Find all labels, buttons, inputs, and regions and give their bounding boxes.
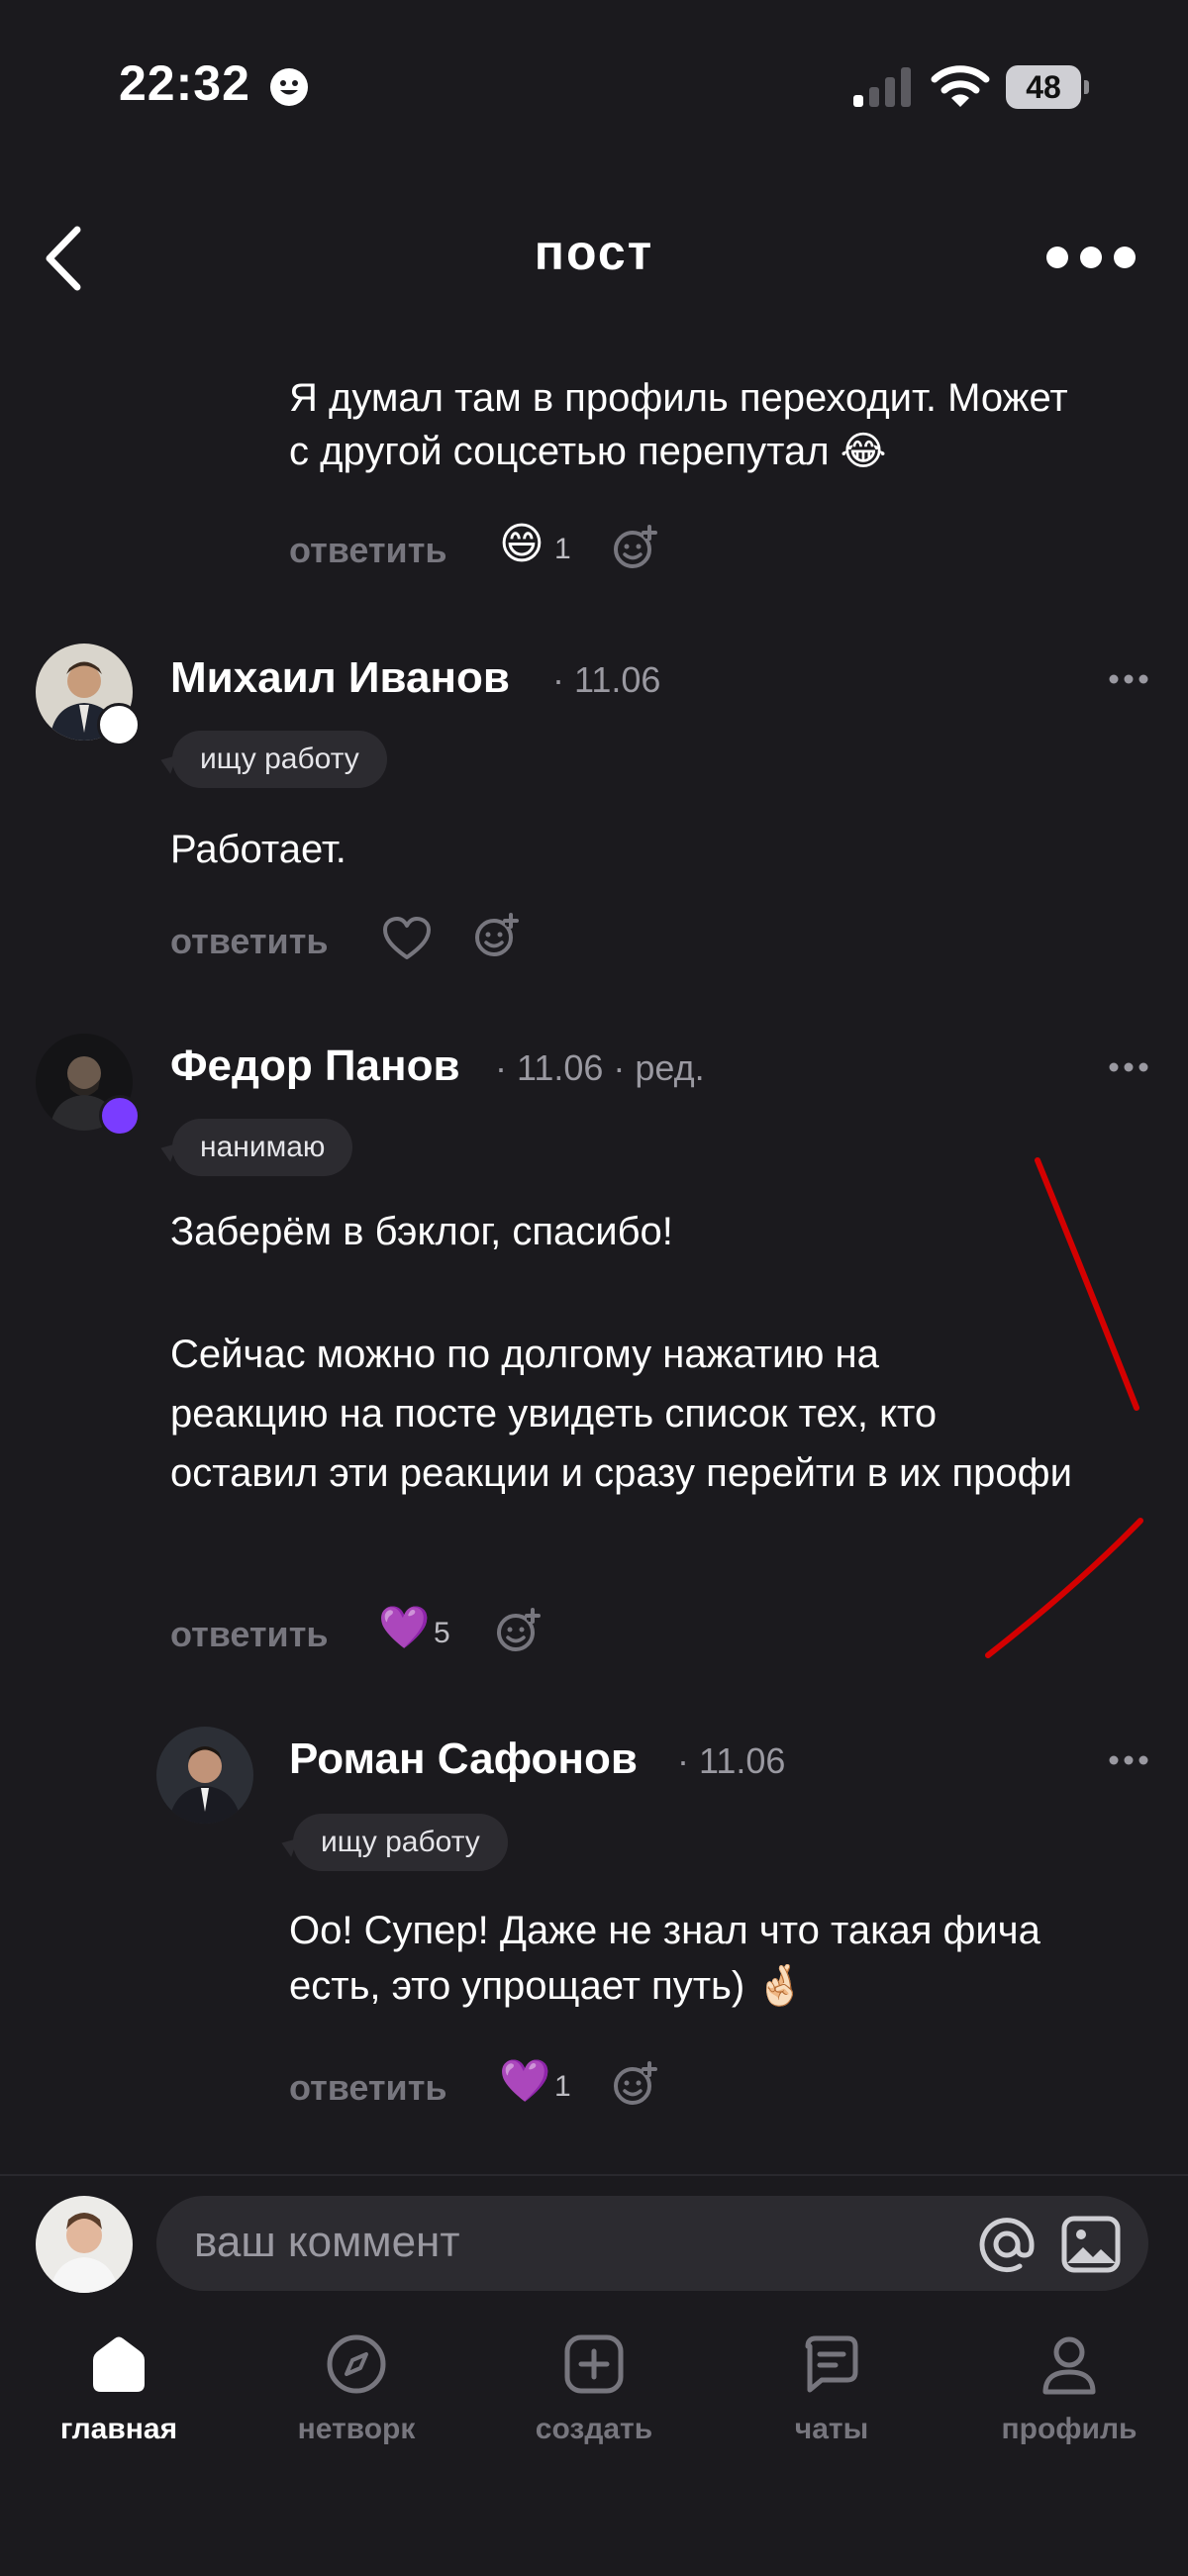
comment-text-line: есть, это упрощает путь) 🤞🏻 <box>289 1964 806 2008</box>
comment-text-line: Оо! Супер! Даже не знал что такая фича <box>289 1909 1040 1952</box>
nav-label: профиль <box>1001 2413 1138 2445</box>
nav-create[interactable]: создать <box>475 2332 713 2446</box>
reply-button[interactable]: ответить <box>289 2067 446 2109</box>
comment-text-line: Заберём в бэклог, спасибо! <box>170 1210 673 1253</box>
signal-icon <box>853 67 911 107</box>
avatar[interactable] <box>156 1727 253 1824</box>
nav-label: чаты <box>794 2413 869 2445</box>
wifi-icon <box>931 65 990 107</box>
person-icon <box>1042 2336 1096 2395</box>
reply-button[interactable]: ответить <box>170 1614 328 1655</box>
comment-meta: · 11.06 <box>552 659 661 700</box>
company-logo-badge <box>99 1095 141 1137</box>
comment-text-line: с другой соцсетью перепутал 😂 <box>289 430 887 473</box>
my-avatar[interactable] <box>36 2196 133 2293</box>
image-attach-icon[interactable] <box>1061 2216 1121 2273</box>
nav-chats[interactable]: чаты <box>713 2332 950 2446</box>
compass-icon <box>327 2334 386 2394</box>
nav-network[interactable]: нетворк <box>238 2332 475 2446</box>
comment-author[interactable]: Михаил Иванов <box>170 653 510 703</box>
nav-label: нетворк <box>297 2413 416 2445</box>
reaction-emoji[interactable]: 💜 <box>499 2057 550 2106</box>
face-icon <box>270 68 308 106</box>
add-reaction-icon[interactable] <box>612 525 657 570</box>
comment-text: Работает. <box>170 828 346 871</box>
comment-author[interactable]: Роман Сафонов <box>289 1734 638 1784</box>
nav-profile[interactable]: профиль <box>950 2332 1188 2446</box>
nav-label: главная <box>59 2413 178 2445</box>
status-badge: нанимаю <box>172 1119 353 1176</box>
comment-text-line: Я думал там в профиль переходит. Может <box>289 376 1068 420</box>
reaction-emoji[interactable]: 💜 <box>378 1604 430 1652</box>
add-reaction-icon[interactable] <box>612 2061 657 2107</box>
status-badge: ищу работу <box>293 1814 508 1871</box>
divider <box>0 2174 1188 2176</box>
page-title: пост <box>534 225 654 280</box>
comment-meta: · 11.06 <box>677 1740 786 1781</box>
reaction-count: 1 <box>554 533 571 565</box>
annotation-stroke <box>985 1157 1143 1658</box>
chat-icon <box>805 2335 858 2393</box>
reply-button[interactable]: ответить <box>289 530 446 571</box>
nav-home[interactable]: главная <box>0 2332 238 2446</box>
nav-label: создать <box>535 2413 653 2445</box>
plus-square-icon <box>564 2334 624 2394</box>
comment-text-line: Сейчас можно по долгому нажатию на <box>170 1333 879 1376</box>
battery-indicator: 48 <box>1006 65 1089 109</box>
comment-input-placeholder[interactable]: ваш коммент <box>194 2218 460 2267</box>
comment-text-line: оставил эти реакции и сразу перейти в их… <box>170 1451 1072 1495</box>
reaction-count: 5 <box>434 1617 450 1649</box>
home-icon <box>93 2336 145 2392</box>
comment-author[interactable]: Федор Панов <box>170 1041 460 1091</box>
comment-more-icon[interactable] <box>1109 1061 1148 1073</box>
status-time: 22:32 <box>119 55 250 111</box>
heart-icon[interactable] <box>382 917 432 960</box>
battery-level: 48 <box>1006 65 1081 109</box>
reaction-emoji[interactable]: 😄 <box>499 519 544 569</box>
comment-more-icon[interactable] <box>1109 673 1148 685</box>
reaction-count: 1 <box>554 2070 571 2103</box>
comment-meta: · 11.06 · ред. <box>495 1047 705 1088</box>
reply-button[interactable]: ответить <box>170 921 328 962</box>
add-reaction-icon[interactable] <box>495 1608 541 1653</box>
add-reaction-icon[interactable] <box>473 913 519 958</box>
status-badge: ищу работу <box>172 731 387 788</box>
mention-icon[interactable] <box>976 2214 1038 2275</box>
more-options-icon[interactable] <box>1041 242 1140 273</box>
comment-text-line: реакцию на посте увидеть список тех, кто <box>170 1392 938 1436</box>
comment-more-icon[interactable] <box>1109 1754 1148 1766</box>
company-logo-badge <box>97 703 141 746</box>
